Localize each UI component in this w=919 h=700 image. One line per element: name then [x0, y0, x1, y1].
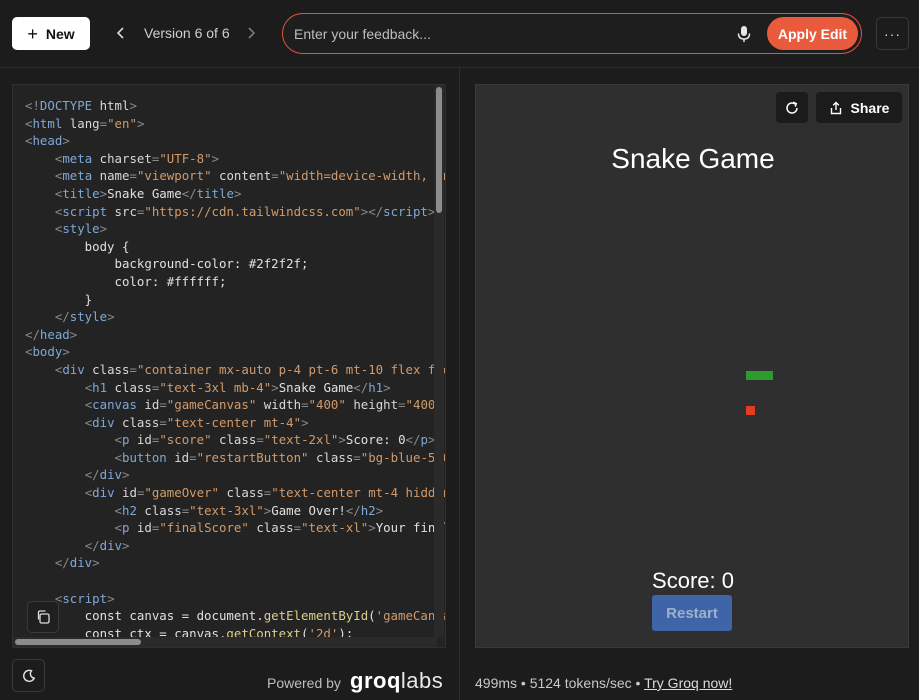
powered-by-label: Powered by	[267, 675, 341, 691]
snake-segment	[746, 371, 773, 380]
code-line: <div id="gameOver" class="text-center mt…	[84, 485, 446, 501]
theme-toggle-button[interactable]	[12, 659, 45, 692]
code-line: background-color: #2f2f2f;	[25, 256, 309, 272]
stats-text: 499ms • 5124 tokens/sec •	[475, 675, 645, 691]
preview-panel: Share Snake Game Score: 0 Restart	[475, 84, 909, 648]
code-line: <canvas id="gameCanvas" width="400" heig…	[84, 397, 443, 413]
refresh-icon	[786, 101, 798, 114]
logo-light-part: labs	[400, 668, 444, 693]
new-button[interactable]: + New	[12, 17, 90, 50]
code-line: <style>	[54, 221, 108, 237]
top-toolbar: + New Version 6 of 6 Apply Edit ···	[0, 0, 919, 68]
horizontal-scroll-thumb[interactable]	[15, 639, 141, 645]
chevron-right-icon	[248, 27, 256, 39]
code-line: <head>	[25, 133, 70, 149]
panel-divider	[459, 68, 460, 700]
chevron-left-icon	[116, 27, 124, 39]
code-line: <p id="score" class="text-2xl">Score: 0<…	[114, 432, 436, 448]
code-line: <div class="container mx-auto p-4 pt-6 m…	[54, 361, 446, 377]
logo-bold-part: groq	[350, 668, 401, 693]
code-line: <title>Snake Game</title>	[54, 185, 242, 201]
code-line: <p id="finalScore" class="text-xl">Your …	[114, 520, 446, 536]
more-options-icon: ···	[884, 25, 901, 42]
code-line: const canvas = document.getElementById('…	[25, 608, 445, 624]
horizontal-scrollbar[interactable]	[13, 637, 437, 647]
code-line: <meta name="viewport" content="width=dev…	[54, 168, 446, 184]
plus-icon: +	[27, 23, 38, 44]
code-line: <html lang="en">	[25, 115, 145, 131]
score-text: Score: 0	[652, 568, 734, 593]
previous-version-button[interactable]	[110, 22, 132, 44]
microphone-icon[interactable]	[735, 24, 753, 44]
code-line: </style>	[54, 309, 115, 325]
code-line: <!DOCTYPE html>	[25, 98, 137, 113]
code-line: <body>	[25, 344, 70, 360]
code-line: <meta charset="UTF-8">	[54, 150, 219, 166]
vertical-scroll-thumb[interactable]	[436, 87, 442, 213]
copy-code-button[interactable]	[27, 601, 59, 633]
share-label: Share	[850, 99, 890, 116]
try-groq-link[interactable]: Try Groq now!	[644, 675, 732, 691]
version-label: Version 6 of 6	[144, 25, 230, 41]
code-line: body {	[25, 238, 130, 254]
moon-icon	[22, 669, 35, 682]
code-line: <script>	[54, 590, 115, 606]
code-line: <script src="https://cdn.tailwindcss.com…	[54, 203, 436, 219]
apply-edit-button[interactable]: Apply Edit	[767, 17, 858, 50]
feedback-input[interactable]	[294, 23, 714, 45]
code-line: <div class="text-center mt-4">	[84, 414, 309, 430]
new-button-label: New	[45, 25, 75, 42]
share-icon	[830, 101, 841, 114]
code-editor-panel[interactable]: <!DOCTYPE html> <html lang="en"> <head> <m…	[12, 84, 446, 648]
refresh-preview-button[interactable]	[776, 92, 808, 123]
code-line: <h1 class="text-3xl mb-4">Snake Game</h1…	[84, 379, 391, 395]
code-line: }	[25, 291, 93, 307]
generation-stats: 499ms • 5124 tokens/sec • Try Groq now!	[475, 675, 732, 691]
code-line: color: #ffffff;	[25, 273, 227, 289]
share-button[interactable]: Share	[816, 92, 902, 123]
snake-food	[746, 406, 755, 415]
game-title: Snake Game	[611, 143, 775, 174]
code-line: <button id="restartButton" class="bg-blu…	[114, 449, 446, 465]
code-view[interactable]: <!DOCTYPE html> <html lang="en"> <head> <m…	[25, 97, 446, 642]
vertical-scrollbar[interactable]	[434, 85, 444, 637]
code-line: </div>	[54, 555, 100, 571]
code-line: </div>	[84, 537, 130, 553]
more-options-button[interactable]: ···	[876, 17, 909, 50]
code-line: </div>	[84, 467, 130, 483]
next-version-button[interactable]	[240, 22, 262, 44]
code-line: <h2 class="text-3xl">Game Over!</h2>	[114, 502, 384, 518]
groqlabs-logo[interactable]: groqlabs	[350, 668, 443, 694]
copy-icon	[37, 610, 50, 624]
code-line: </head>	[25, 326, 78, 342]
restart-button[interactable]: Restart	[652, 595, 732, 631]
feedback-bar: Apply Edit	[282, 13, 862, 54]
